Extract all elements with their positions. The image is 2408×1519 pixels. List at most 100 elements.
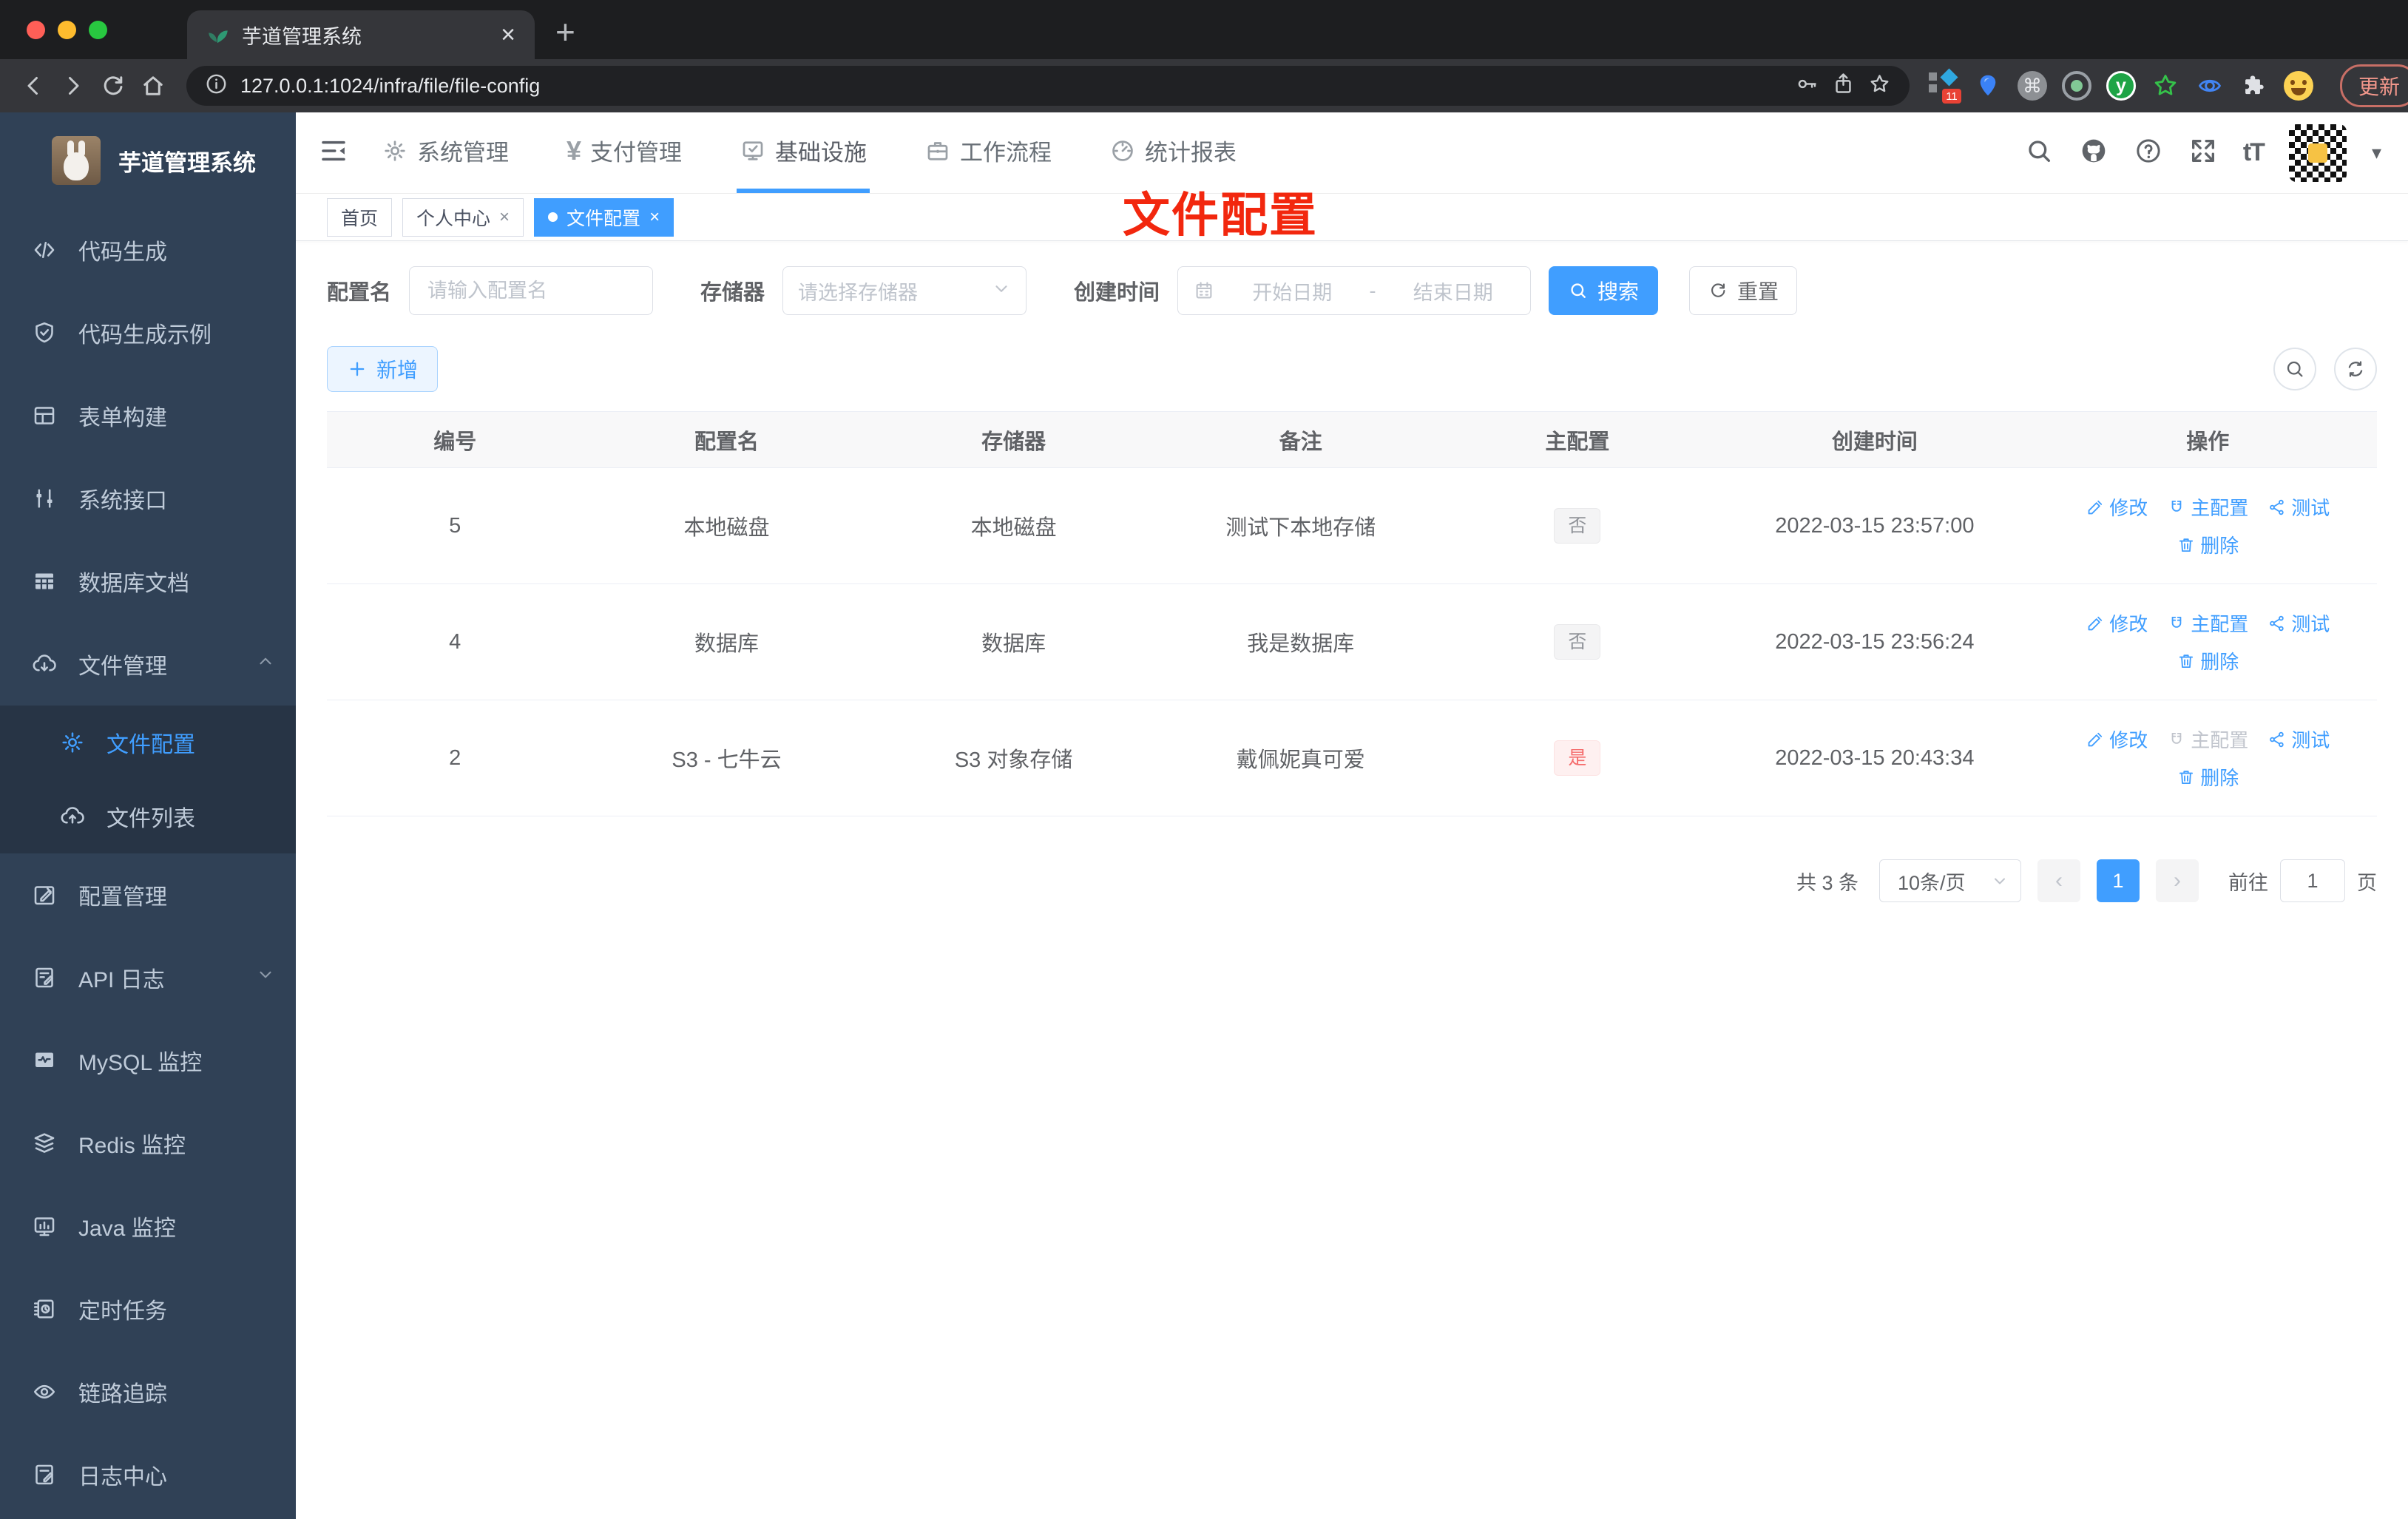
- current-page-button[interactable]: 1: [2097, 859, 2140, 902]
- test-link[interactable]: 测试: [2267, 609, 2330, 637]
- sidebar-item-api-log[interactable]: API 日志: [0, 936, 296, 1019]
- sidebar-item-log-center[interactable]: 日志中心: [0, 1433, 296, 1516]
- prev-page-button[interactable]: ‹: [2037, 859, 2080, 902]
- status-extension-icon[interactable]: [2062, 71, 2091, 101]
- tag-profile[interactable]: 个人中心 ×: [402, 197, 524, 237]
- doc-pencil-icon: [35, 1464, 53, 1485]
- sliders-icon: [36, 489, 53, 508]
- sidebar-item-mysql-monitor[interactable]: MySQL 监控: [0, 1019, 296, 1102]
- config-name-input-wrap: [409, 266, 654, 315]
- star-extension-icon[interactable]: [2151, 71, 2180, 101]
- page-size-select[interactable]: 10条/页: [1879, 859, 2021, 902]
- fullscreen-icon[interactable]: [2188, 136, 2218, 169]
- font-size-icon[interactable]: tT: [2243, 138, 2265, 167]
- forward-icon[interactable]: [56, 69, 90, 103]
- search-icon: [1571, 283, 1586, 298]
- puzzle-extensions-icon[interactable]: [2239, 71, 2269, 101]
- sidebar-item-code-gen[interactable]: 代码生成: [0, 209, 296, 291]
- tag-home[interactable]: 首页: [327, 197, 393, 237]
- home-icon[interactable]: [136, 69, 170, 103]
- sidebar-item-db-doc[interactable]: 数据库文档: [0, 540, 296, 623]
- new-tab-button[interactable]: +: [555, 12, 575, 52]
- browser-tabstrip: 芋道管理系统 × +: [0, 0, 2408, 59]
- password-key-icon[interactable]: [1795, 72, 1819, 100]
- download-extension-icon[interactable]: 11: [1929, 68, 1961, 104]
- file-config-table: 编号 配置名 存储器 备注 主配置 创建时间 操作 5 本地磁盘 本地磁盘 测试…: [327, 411, 2377, 816]
- delete-link[interactable]: 删除: [2177, 763, 2239, 791]
- cloud-download-icon: [33, 654, 56, 671]
- lens-extension-icon[interactable]: [2195, 71, 2225, 101]
- test-link[interactable]: 测试: [2267, 725, 2330, 753]
- nav-item-workflow[interactable]: 工作流程: [921, 112, 1055, 193]
- emoji-profile-icon[interactable]: [2284, 71, 2313, 101]
- sidebar-item-redis-monitor[interactable]: Redis 监控: [0, 1102, 296, 1185]
- goto-page-input[interactable]: [2281, 860, 2344, 901]
- delete-link[interactable]: 删除: [2177, 531, 2239, 558]
- test-link[interactable]: 测试: [2267, 493, 2330, 521]
- reload-icon[interactable]: [96, 69, 130, 103]
- storage-select[interactable]: 请选择存储器: [782, 266, 1027, 315]
- master-link[interactable]: 主配置: [2167, 493, 2248, 521]
- nav-item-payment[interactable]: ¥ 支付管理: [564, 112, 685, 193]
- sidebar-item-scheduled-tasks[interactable]: 定时任务: [0, 1268, 296, 1350]
- zoom-window-button[interactable]: [89, 20, 107, 39]
- edit-link[interactable]: 修改: [2086, 725, 2148, 753]
- delete-link[interactable]: 删除: [2177, 647, 2239, 674]
- edit-link[interactable]: 修改: [2086, 493, 2148, 521]
- search-icon[interactable]: [2024, 136, 2054, 169]
- nav-item-system[interactable]: 系统管理: [379, 112, 512, 193]
- col-header: 存储器: [981, 430, 1046, 454]
- sidebar-item-code-gen-demo[interactable]: 代码生成示例: [0, 291, 296, 374]
- edit-link[interactable]: 修改: [2086, 609, 2148, 637]
- layers-icon: [34, 1133, 55, 1153]
- refresh-table-button[interactable]: [2334, 348, 2377, 390]
- collapse-sidebar-icon[interactable]: [318, 135, 349, 170]
- pagination: 共 3 条 10条/页 ‹ 1 › 前往 页: [327, 859, 2377, 902]
- close-tag-icon[interactable]: ×: [649, 207, 660, 228]
- update-chrome-button[interactable]: 更新: [2340, 64, 2408, 107]
- trash-icon: [2179, 538, 2194, 552]
- sidebar-item-java-monitor[interactable]: Java 监控: [0, 1185, 296, 1268]
- help-icon[interactable]: [2134, 136, 2163, 169]
- tag-file-config[interactable]: 文件配置 ×: [534, 197, 674, 237]
- tab-close-icon[interactable]: ×: [501, 22, 515, 47]
- sidebar-item-system-api[interactable]: 系统接口: [0, 457, 296, 540]
- minimize-window-button[interactable]: [58, 20, 76, 39]
- add-button[interactable]: 新增: [327, 346, 438, 392]
- sidebar-item-tracing[interactable]: 链路追踪: [0, 1350, 296, 1433]
- close-tag-icon[interactable]: ×: [499, 207, 510, 228]
- extensions-row: 11 ⌘ y 更新 ⋮: [1929, 64, 2408, 107]
- back-icon[interactable]: [16, 69, 50, 103]
- avatar[interactable]: [2288, 124, 2347, 182]
- sidebar-item-file-management[interactable]: 文件管理: [0, 623, 296, 706]
- sidebar-item-file-list[interactable]: 文件列表: [0, 779, 296, 853]
- sidebar-menu: 代码生成 代码生成示例 表单构建 系统接口 数据库文档 文件管理 文件配置 文件…: [0, 209, 296, 1516]
- chevron-down-icon: [1995, 878, 2005, 884]
- next-page-button[interactable]: ›: [2156, 859, 2199, 902]
- config-name-input[interactable]: [427, 279, 635, 302]
- show-search-button[interactable]: [2273, 348, 2316, 390]
- browser-tab[interactable]: 芋道管理系统 ×: [187, 10, 535, 59]
- share-icon[interactable]: [1831, 72, 1856, 100]
- app-logo-avatar: [52, 136, 101, 185]
- url-bar[interactable]: 127.0.0.1:1024/infra/file/file-config: [186, 66, 1910, 106]
- sidebar-item-config-management[interactable]: 配置管理: [0, 853, 296, 936]
- y-extension-icon[interactable]: y: [2106, 71, 2136, 101]
- pin-extension-icon[interactable]: [1973, 71, 2003, 101]
- table-header-row: 编号 配置名 存储器 备注 主配置 创建时间 操作: [327, 412, 2377, 468]
- nav-menu: 系统管理 ¥ 支付管理 基础设施 工作流程 统计报表: [379, 112, 1239, 193]
- sidebar-item-file-config[interactable]: 文件配置: [0, 706, 296, 779]
- close-window-button[interactable]: [27, 20, 45, 39]
- github-icon[interactable]: [2079, 136, 2108, 169]
- cloud-upload-icon: [61, 807, 84, 824]
- master-link[interactable]: 主配置: [2167, 609, 2248, 637]
- bookmark-star-icon[interactable]: [1867, 72, 1892, 100]
- search-button[interactable]: 搜索: [1549, 266, 1659, 315]
- date-range-picker[interactable]: 开始日期 - 结束日期: [1177, 266, 1532, 315]
- avatar-caret-icon[interactable]: ▾: [2372, 141, 2381, 164]
- sidebar-item-form-builder[interactable]: 表单构建: [0, 374, 296, 457]
- nav-item-infrastructure[interactable]: 基础设施: [737, 112, 870, 193]
- command-extension-icon[interactable]: ⌘: [2018, 71, 2047, 101]
- reset-button[interactable]: 重置: [1689, 266, 1798, 315]
- site-info-icon[interactable]: [204, 72, 229, 100]
